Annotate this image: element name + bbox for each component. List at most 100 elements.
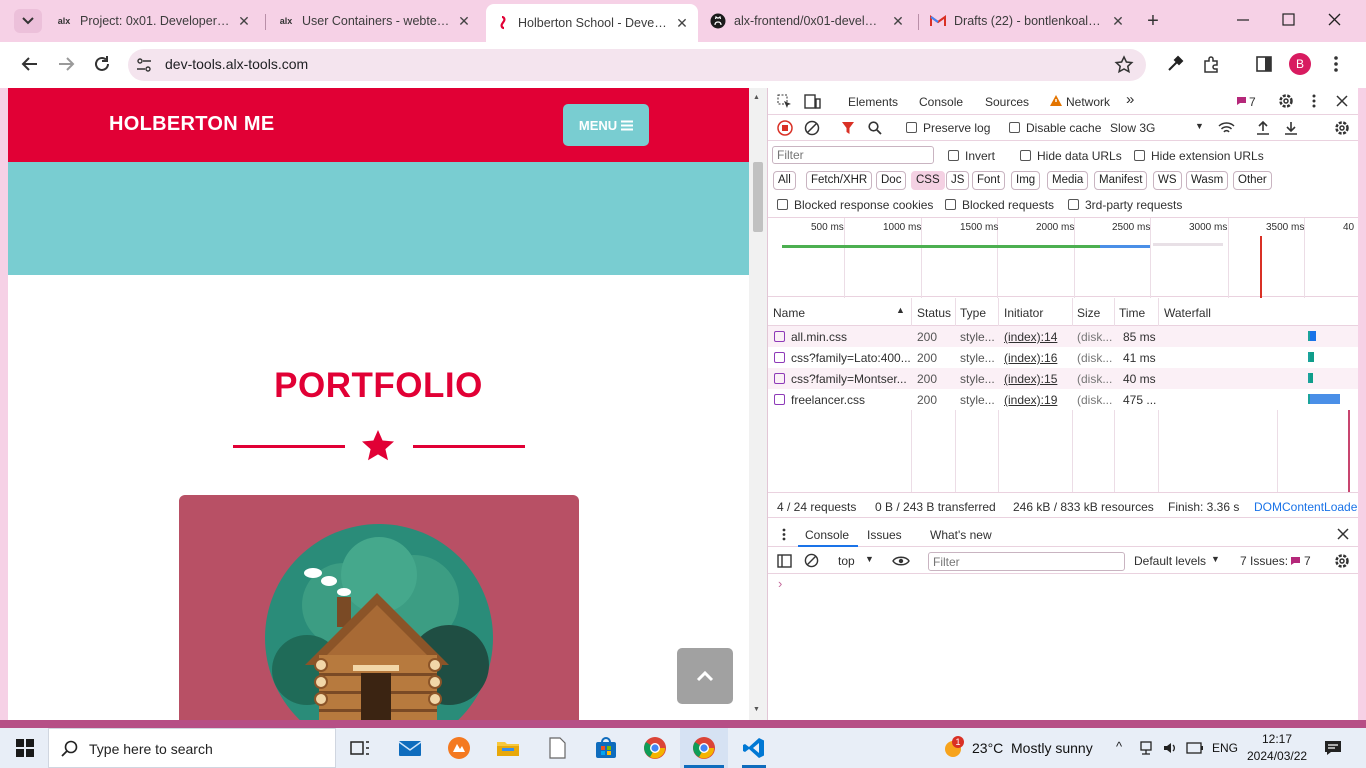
- type-filter-css[interactable]: CSS: [911, 171, 945, 190]
- file-explorer-icon[interactable]: [496, 736, 520, 760]
- scrollbar-thumb[interactable]: [753, 162, 763, 232]
- battery-plugged-icon[interactable]: [1186, 740, 1204, 756]
- tab-sources[interactable]: Sources: [985, 95, 1029, 109]
- column-type[interactable]: Type: [960, 306, 986, 320]
- page-scrollbar[interactable]: ▲ ▼: [749, 88, 767, 720]
- windows-start-icon[interactable]: [16, 739, 34, 757]
- portfolio-item-cabin[interactable]: [179, 495, 579, 720]
- system-date[interactable]: 2024/03/22: [1247, 749, 1307, 763]
- volume-speaker-icon[interactable]: [1162, 740, 1178, 756]
- settings-gear-icon[interactable]: [1278, 93, 1294, 109]
- drawer-tab-issues[interactable]: Issues: [867, 528, 902, 542]
- chrome-icon[interactable]: [643, 736, 667, 760]
- throttling-select[interactable]: Slow 3G ▼: [1110, 120, 1204, 138]
- disable-cache-checkbox[interactable]: Disable cache: [1009, 121, 1101, 135]
- scroll-down-arrow[interactable]: ▼: [753, 706, 760, 713]
- column-name[interactable]: Name: [773, 306, 805, 320]
- tab-search-button[interactable]: [14, 9, 42, 33]
- live-expression-eye-icon[interactable]: [892, 555, 910, 567]
- browser-tab-5[interactable]: Drafts (22) - bontlenkoale21 ✕: [922, 7, 1134, 35]
- invert-checkbox[interactable]: Invert: [948, 149, 995, 163]
- type-filter-wasm[interactable]: Wasm: [1186, 171, 1229, 190]
- preserve-log-checkbox[interactable]: Preserve log: [906, 121, 990, 135]
- chrome-active-taskbar-button[interactable]: [680, 728, 728, 768]
- type-filter-doc[interactable]: Doc: [876, 171, 907, 190]
- request-name[interactable]: css?family=Lato:400...: [791, 351, 911, 365]
- weather-description[interactable]: Mostly sunny: [1011, 740, 1093, 756]
- type-filter-img[interactable]: Img: [1011, 171, 1041, 190]
- url-text[interactable]: dev-tools.alx-tools.com: [165, 56, 308, 72]
- task-view-icon[interactable]: [348, 736, 372, 760]
- scroll-to-top-button[interactable]: [677, 648, 733, 704]
- column-initiator[interactable]: Initiator: [1004, 306, 1043, 320]
- site-brand[interactable]: HOLBERTON ME: [109, 113, 274, 136]
- export-har-icon[interactable]: [1284, 120, 1298, 136]
- device-toolbar-icon[interactable]: [804, 94, 821, 109]
- column-size[interactable]: Size: [1077, 306, 1100, 320]
- reload-button[interactable]: [92, 54, 112, 74]
- browser-tab-3-active[interactable]: Holberton School - Develop ✕: [486, 4, 698, 42]
- input-language[interactable]: ENG: [1212, 741, 1238, 755]
- close-tab-icon[interactable]: ✕: [236, 13, 252, 30]
- taskbar-search-box[interactable]: Type here to search: [48, 728, 336, 768]
- filter-funnel-icon[interactable]: [841, 121, 855, 135]
- hide-data-urls-checkbox[interactable]: Hide data URLs: [1020, 149, 1122, 163]
- system-time[interactable]: 12:17: [1262, 732, 1292, 746]
- console-issues-counter[interactable]: 7 Issues: 7: [1240, 554, 1330, 570]
- column-waterfall[interactable]: Waterfall: [1164, 306, 1211, 320]
- request-row[interactable]: freelancer.css 200 style... (index):19 (…: [768, 389, 1358, 410]
- request-initiator-link[interactable]: (index):19: [1004, 393, 1057, 407]
- vscode-icon[interactable]: [742, 736, 766, 768]
- request-row[interactable]: css?family=Montser... 200 style... (inde…: [768, 368, 1358, 389]
- notepad-file-icon[interactable]: [545, 736, 569, 760]
- request-initiator-link[interactable]: (index):15: [1004, 372, 1057, 386]
- type-filter-manifest[interactable]: Manifest: [1094, 171, 1148, 190]
- weather-temperature[interactable]: 23°C: [972, 740, 1003, 756]
- console-sidebar-icon[interactable]: [777, 554, 792, 568]
- close-tab-icon[interactable]: ✕: [456, 13, 472, 30]
- extensions-puzzle-icon[interactable]: [1202, 55, 1220, 73]
- close-tab-icon[interactable]: ✕: [674, 15, 690, 32]
- type-filter-fetch-xhr[interactable]: Fetch/XHR: [806, 171, 873, 190]
- drawer-tab-console[interactable]: Console: [798, 521, 858, 547]
- request-name[interactable]: all.min.css: [791, 330, 847, 344]
- console-filter-input[interactable]: [928, 552, 1125, 571]
- browser-tab-1[interactable]: alx Project: 0x01. Developer to ✕: [48, 7, 260, 35]
- eyedropper-extension-icon[interactable]: [1166, 55, 1184, 73]
- scroll-up-arrow[interactable]: ▲: [753, 94, 760, 101]
- more-tabs-chevron-icon[interactable]: »: [1126, 91, 1134, 108]
- log-levels-select[interactable]: Default levels ▼: [1134, 554, 1220, 570]
- hide-extension-urls-checkbox[interactable]: Hide extension URLs: [1134, 149, 1264, 163]
- maximize-button[interactable]: [1282, 13, 1298, 29]
- type-filter-js[interactable]: JS: [946, 171, 970, 190]
- request-name[interactable]: freelancer.css: [791, 393, 865, 407]
- search-icon[interactable]: [868, 121, 882, 135]
- menu-button[interactable]: MENU: [563, 104, 649, 146]
- browser-tab-2[interactable]: alx User Containers - webterm ✕: [270, 7, 480, 35]
- clear-icon[interactable]: [804, 120, 820, 136]
- type-filter-ws[interactable]: WS: [1153, 171, 1182, 190]
- request-initiator-link[interactable]: (index):16: [1004, 351, 1057, 365]
- back-button[interactable]: [20, 54, 40, 74]
- close-devtools-icon[interactable]: [1336, 95, 1348, 107]
- profile-avatar[interactable]: B: [1289, 53, 1311, 75]
- forward-button[interactable]: [56, 54, 76, 74]
- browser-menu-icon[interactable]: [1333, 55, 1339, 73]
- blocked-response-cookies-checkbox[interactable]: Blocked response cookies: [777, 198, 933, 212]
- inspect-element-icon[interactable]: [777, 94, 792, 109]
- site-info-icon[interactable]: [136, 57, 152, 73]
- type-filter-font[interactable]: Font: [972, 171, 1006, 190]
- network-conditions-wifi-icon[interactable]: [1218, 122, 1235, 135]
- request-row[interactable]: css?family=Lato:400... 200 style... (ind…: [768, 347, 1358, 368]
- column-status[interactable]: Status: [917, 306, 951, 320]
- column-time[interactable]: Time: [1119, 306, 1145, 320]
- request-initiator-link[interactable]: (index):14: [1004, 330, 1057, 344]
- show-hidden-icons-chevron-icon[interactable]: ^: [1116, 739, 1122, 754]
- bookmark-star-icon[interactable]: [1114, 55, 1134, 75]
- clear-console-icon[interactable]: [804, 553, 819, 568]
- context-selector[interactable]: top ▼: [838, 554, 878, 570]
- close-window-button[interactable]: [1328, 13, 1344, 29]
- browser-tab-4[interactable]: alx-frontend/0x01-develope ✕: [702, 7, 914, 35]
- drawer-tab-whats-new[interactable]: What's new: [930, 528, 992, 542]
- microsoft-store-icon[interactable]: [594, 736, 618, 760]
